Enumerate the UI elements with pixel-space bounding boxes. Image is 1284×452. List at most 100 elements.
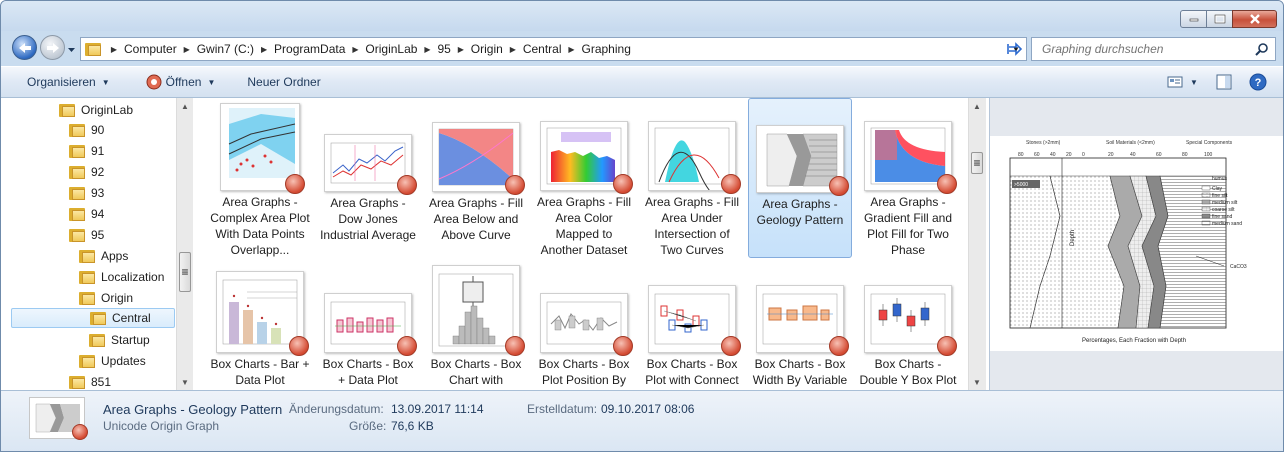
forward-button[interactable] xyxy=(40,35,65,60)
scroll-up-button[interactable]: ▲ xyxy=(969,98,985,114)
address-root-icon[interactable] xyxy=(81,38,107,60)
arrow-right-icon xyxy=(46,42,59,53)
file-thumbnail xyxy=(322,102,417,195)
folder-icon xyxy=(69,123,85,137)
svg-text:fine silt: fine silt xyxy=(1212,193,1228,199)
origin-badge-icon xyxy=(613,336,633,356)
file-item[interactable]: Area Graphs - Fill Area Below and Above … xyxy=(424,98,528,258)
preview-pane-icon xyxy=(1216,74,1232,90)
folder-icon xyxy=(59,103,75,117)
file-item[interactable]: Box Charts - Box Plot with Connect Lines xyxy=(640,263,744,390)
origin-app-icon xyxy=(146,74,162,90)
origin-badge-icon xyxy=(721,174,741,194)
folder-icon xyxy=(79,291,95,305)
file-thumbnail xyxy=(646,267,741,356)
svg-text:>5000: >5000 xyxy=(1014,182,1028,188)
folder-icon xyxy=(90,311,106,325)
folder-icon xyxy=(79,249,95,263)
tree-item-startup[interactable]: Startup xyxy=(89,330,176,350)
breadcrumb-graphing[interactable]: ▶ Graphing xyxy=(565,38,634,60)
folder-icon xyxy=(69,186,85,200)
open-menu[interactable]: Öffnen ▼ xyxy=(120,67,226,97)
organize-menu[interactable]: Organisieren ▼ xyxy=(1,67,120,97)
tree-item-93[interactable]: 93 xyxy=(69,183,176,203)
help-icon: ? xyxy=(1249,73,1267,91)
change-view-button[interactable] xyxy=(1163,67,1187,97)
navigation-scrollbar[interactable]: ▲ ≡ ▼ xyxy=(176,98,193,390)
breadcrumb-drive[interactable]: ▶ Gwin7 (C:) xyxy=(180,38,257,60)
file-thumbnail xyxy=(430,265,525,356)
navigation-pane: OriginLab 90 91 92 93 94 95 Apps Localiz… xyxy=(1,98,176,390)
help-button[interactable]: ? xyxy=(1243,67,1273,97)
file-item[interactable]: Area Graphs - Complex Area Plot With Dat… xyxy=(208,98,312,258)
svg-text:60: 60 xyxy=(1034,152,1040,158)
svg-text:medium sand: medium sand xyxy=(1212,221,1242,227)
folder-icon xyxy=(69,207,85,221)
search-input[interactable] xyxy=(1032,42,1247,56)
chevron-down-icon: ▼ xyxy=(101,77,110,87)
breadcrumb-origin[interactable]: ▶ Origin xyxy=(454,38,506,60)
tree-item-origin[interactable]: Origin xyxy=(79,288,176,308)
breadcrumb-programdata[interactable]: ▶ ProgramData xyxy=(257,38,348,60)
tree-item-94[interactable]: 94 xyxy=(69,204,176,224)
search-box[interactable] xyxy=(1031,37,1276,61)
folder-icon xyxy=(79,270,95,284)
tree-item-updates[interactable]: Updates xyxy=(79,351,176,371)
maximize-button[interactable] xyxy=(1206,10,1233,28)
scroll-down-button[interactable]: ▼ xyxy=(177,374,193,390)
file-item[interactable]: Box Charts - Box Plot Position By Variab… xyxy=(532,263,636,390)
origin-badge-icon xyxy=(285,174,305,194)
close-button[interactable] xyxy=(1232,10,1277,28)
breadcrumb-originlab[interactable]: ▶ OriginLab xyxy=(348,38,420,60)
address-bar[interactable]: ▶ Computer ▶ Gwin7 (C:) ▶ ProgramData ▶ Orig… xyxy=(80,37,1027,61)
tree-item-91[interactable]: 91 xyxy=(69,141,176,161)
breadcrumb-central[interactable]: ▶ Central xyxy=(506,38,565,60)
search-icon[interactable] xyxy=(1255,42,1269,56)
view-dropdown[interactable]: ▼ xyxy=(1187,67,1201,97)
file-item[interactable]: Area Graphs - Fill Area Color Mapped to … xyxy=(532,98,636,258)
tree-item-central[interactable]: Central xyxy=(11,308,175,328)
preview-pane-button[interactable] xyxy=(1209,67,1239,97)
tree-item-95[interactable]: 95 xyxy=(69,225,176,245)
breadcrumb-computer[interactable]: ▶ Computer xyxy=(107,38,180,60)
breadcrumb-95[interactable]: ▶ 95 xyxy=(420,38,453,60)
origin-badge-icon xyxy=(289,336,309,356)
folder-icon xyxy=(69,375,85,389)
file-item[interactable]: Box Charts - Double Y Box Plot xyxy=(856,263,960,390)
tree-item-90[interactable]: 90 xyxy=(69,120,176,140)
tree-item-851[interactable]: 851 xyxy=(69,372,176,390)
file-item[interactable]: Box Charts - Box + Data Plot xyxy=(316,263,420,390)
svg-text:Percentages, Each Fraction wit: Percentages, Each Fraction with Depth xyxy=(1082,338,1186,344)
chevron-right-icon: ▶ xyxy=(260,44,268,54)
file-thumbnail xyxy=(862,267,957,356)
file-thumbnail xyxy=(538,102,633,194)
file-item[interactable]: Box Charts - Box Chart with Histogram xyxy=(424,263,528,390)
chevron-up-icon: ▲ xyxy=(973,101,981,111)
scroll-thumb[interactable]: ≡ xyxy=(179,252,191,292)
history-dropdown-icon[interactable] xyxy=(67,45,76,54)
tree-item-originlab[interactable]: OriginLab xyxy=(59,100,176,120)
command-bar: Organisieren ▼ Öffnen ▼ Neuer Ordner ▼ ? xyxy=(1,66,1283,98)
svg-text:Stones (>2mm): Stones (>2mm) xyxy=(1026,140,1061,146)
scroll-down-button[interactable]: ▼ xyxy=(969,374,985,390)
file-item-selected[interactable]: Area Graphs - Geology Pattern xyxy=(748,98,852,258)
file-item[interactable]: Box Charts - Bar + Data Plot xyxy=(208,263,312,390)
folder-icon xyxy=(89,333,105,347)
title-bar xyxy=(1,1,1283,31)
file-grid-scrollbar[interactable]: ▲ ≡ ▼ xyxy=(968,98,986,390)
minimize-button[interactable] xyxy=(1180,10,1207,28)
tree-item-localization[interactable]: Localization xyxy=(79,267,176,287)
content-area: OriginLab 90 91 92 93 94 95 Apps Localiz… xyxy=(1,98,1283,390)
file-item[interactable]: Area Graphs - Gradient Fill and Plot Fil… xyxy=(856,98,960,258)
tree-item-apps[interactable]: Apps xyxy=(79,246,176,266)
back-button[interactable] xyxy=(12,35,37,60)
refresh-button[interactable] xyxy=(1003,37,1027,61)
file-item[interactable]: Box Charts - Box Width By Variable xyxy=(748,263,852,390)
tree-item-92[interactable]: 92 xyxy=(69,162,176,182)
file-item[interactable]: Area Graphs - Fill Area Under Intersecti… xyxy=(640,98,744,258)
origin-badge-icon xyxy=(829,176,849,196)
new-folder-button[interactable]: Neuer Ordner xyxy=(225,67,330,97)
file-item[interactable]: Area Graphs - Dow Jones Industrial Avera… xyxy=(316,98,420,258)
scroll-up-button[interactable]: ▲ xyxy=(177,98,193,114)
scroll-thumb[interactable]: ≡ xyxy=(971,152,983,174)
